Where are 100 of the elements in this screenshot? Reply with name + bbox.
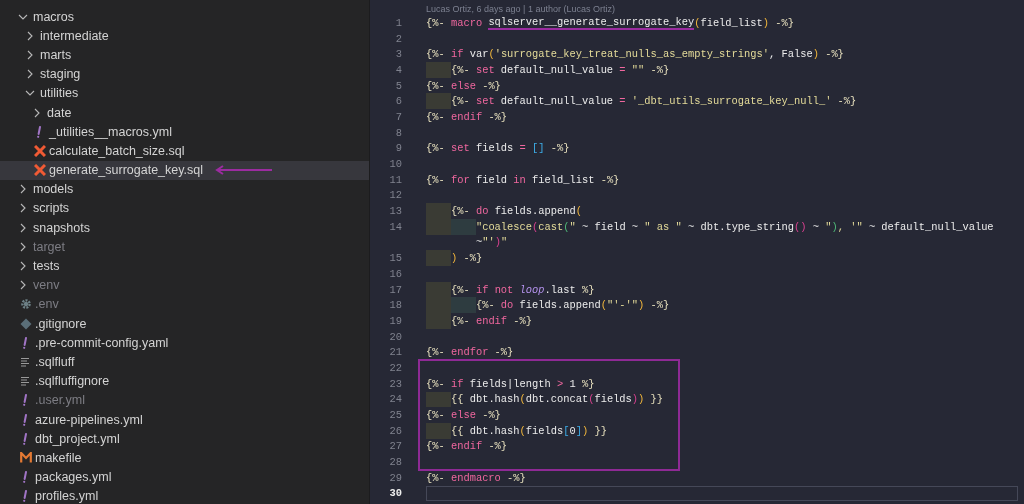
file-name: snapshots [33,220,90,235]
tree-row[interactable]: tests [0,256,369,276]
file-name: date [47,105,72,120]
tree-row[interactable]: .sqlfluffignore [0,371,369,391]
chevron-right-icon[interactable] [18,222,28,233]
code-token: -%} [836,95,857,108]
tree-row[interactable]: profiles.yml [0,486,369,504]
line-number: 27 [388,440,402,453]
tree-row[interactable]: makefile [0,448,369,468]
chevron-right-icon[interactable] [18,184,28,195]
file-name: dbt_project.yml [35,431,120,446]
tree-row[interactable]: calculate_batch_size.sql [0,141,369,161]
code-token: set [475,95,495,108]
tree-row[interactable]: generate_surrogate_key.sql [0,160,369,180]
line-number: 15 [388,252,402,265]
file-name: profiles.yml [35,489,99,504]
code-token: ] [575,424,582,437]
line-number: 30 [388,487,402,500]
tree-row[interactable]: utilities [0,83,369,103]
code-token: "'-'" [606,299,639,312]
code-token: {%- [426,79,446,92]
code-token: macro [450,16,484,29]
exclamation-icon [20,413,30,426]
code-token: dbt.hash [469,393,520,406]
line-number: 19 [388,314,402,327]
code-token: {%- [475,299,496,312]
code-token: ) [494,236,501,249]
chevron-right-icon[interactable] [32,107,42,118]
code-token: else [450,79,476,92]
tree-row[interactable]: dbt_project.yml [0,429,369,449]
code-token: -%} [649,299,670,312]
line-number: 22 [388,361,402,374]
code-token: if [450,48,464,61]
tree-row[interactable]: macros [0,7,369,27]
tree-row[interactable]: .env [0,294,369,314]
file-name: calculate_batch_size.sql [49,143,185,158]
code-token: dbt.concat [525,393,589,406]
code-token: ) [638,393,645,406]
chevron-right-icon[interactable] [18,261,28,272]
code-token: ~ [475,236,483,249]
file-name: staging [40,67,81,82]
chevron-right-icon[interactable] [25,30,35,41]
tree-row[interactable]: _utilities__macros.yml [0,122,369,142]
tree-row[interactable]: .user.yml [0,390,369,410]
cross-icon [34,144,46,157]
chevron-right-icon[interactable] [25,49,35,60]
code-token: "coalesce [475,220,533,233]
code-token: endif [475,314,508,327]
chevron-right-icon[interactable] [18,280,28,291]
code-token: field_list [531,173,596,186]
code-token: = [619,95,627,108]
code-token: = [619,63,627,76]
blame-annotation: Lucas Ortiz, 6 days ago | 1 author (Lucas Ortiz) [426,3,615,15]
chevron-right-icon[interactable] [18,203,28,214]
code-token: {{ [450,393,465,406]
code-token: -%} [481,79,501,92]
tree-row[interactable]: intermediate [0,26,369,46]
tree-row[interactable]: .pre-commit-config.yaml [0,333,369,353]
code-token: {%- [426,110,446,123]
line-number: 4 [394,63,402,76]
tree-row[interactable]: packages.yml [0,467,369,487]
tree-row[interactable]: marts [0,45,369,65]
tree-row[interactable]: venv [0,275,369,295]
line-number: 17 [388,283,402,296]
tree-row[interactable]: staging [0,64,369,84]
code-token: 0 [569,424,576,437]
tree-row[interactable]: scripts [0,198,369,219]
line-number: 9 [394,142,402,155]
tree-row[interactable]: snapshots [0,218,369,238]
code-token: if [450,377,464,390]
tree-row[interactable]: models [0,179,369,199]
tree-row[interactable]: .sqlfluff [0,352,369,372]
chevron-right-icon[interactable] [25,69,35,80]
file-name: makefile [35,450,82,465]
line-number: 21 [388,346,402,359]
tree-row[interactable]: .gitignore [0,314,369,334]
line-number: 26 [388,424,402,437]
chevron-right-icon[interactable] [18,241,28,252]
line-number: 24 [388,393,402,406]
line-number: 23 [388,377,402,390]
code-token: else [450,409,476,422]
file-name: tests [33,259,60,274]
code-token: }} [593,424,607,437]
underlined-code: sqlserver__generate_surrogate_key [488,15,695,30]
code-token: fields|length [468,377,552,390]
tree-row[interactable]: azure-pipelines.yml [0,409,369,430]
code-token: not [494,283,515,296]
code-token: fields [525,424,564,437]
code-token: ) [638,299,645,312]
code-token: }} [649,393,664,406]
tree-row[interactable]: date [0,102,369,123]
code-token: field [474,173,509,186]
code-token: fields [474,142,515,155]
code-token: for [450,173,470,186]
code-token: ) [831,220,838,233]
code-token: ( [519,393,526,406]
code-token: if [475,283,490,296]
tree-row[interactable]: target [0,237,369,257]
line-number: 1 [394,16,402,29]
line-number: 2 [394,32,402,45]
